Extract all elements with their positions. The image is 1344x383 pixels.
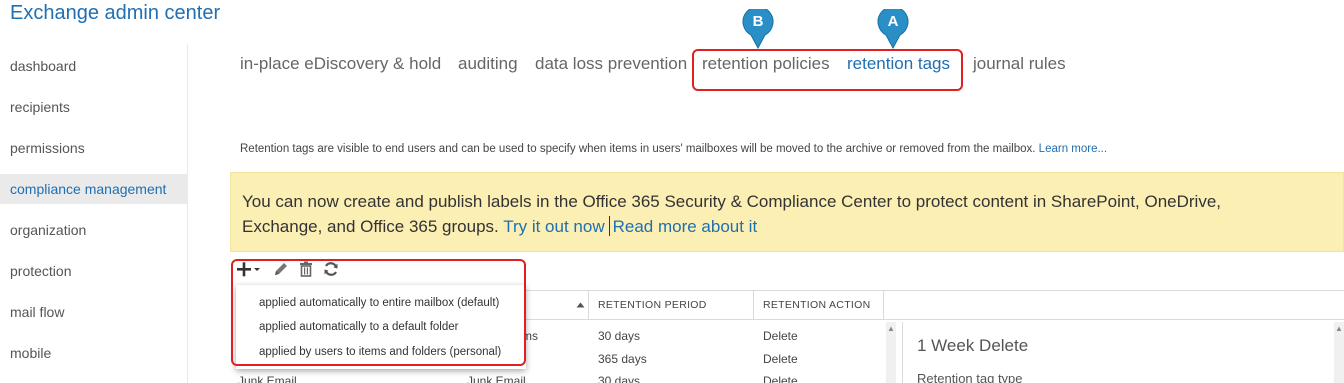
learn-more-link[interactable]: Learn more... [1039,143,1107,155]
details-scrollbar[interactable]: ▲ [1334,322,1344,383]
marker-b-label: B [752,13,764,30]
sidebar-nav: dashboard recipients permissions complia… [0,44,188,383]
try-it-out-link[interactable]: Try it out now [503,217,604,236]
scroll-up-arrow-icon[interactable]: ▲ [1334,324,1344,334]
sidebar-item-permissions[interactable]: permissions [0,133,188,163]
marker-b: B [742,6,774,50]
row3-type: Junk Email [467,374,526,383]
scroll-up-arrow-icon[interactable]: ▲ [886,324,896,334]
column-divider [588,291,589,319]
row3-retention-period: 30 days [598,374,641,383]
menu-callout-box [231,259,526,366]
sidebar-item-protection[interactable]: protection [0,256,188,286]
row2-retention-period: 365 days [598,352,647,366]
details-title: 1 Week Delete [917,336,1029,355]
column-header-retention-period[interactable]: RETENTION PERIOD [598,291,707,319]
row1-retention-period: 30 days [598,329,641,343]
sidebar-item-recipients[interactable]: recipients [0,92,188,122]
details-field-label: Retention tag type [917,371,1023,383]
row3-retention-action: Delete [763,374,798,383]
list-scrollbar[interactable]: ▲ [886,322,896,383]
retention-tags-description: Retention tags are visible to end users … [240,143,1107,155]
column-divider [883,291,884,319]
tab-journal-rules[interactable]: journal rules [973,54,1066,74]
read-more-link[interactable]: Read more about it [613,217,758,236]
sidebar-item-mobile[interactable]: mobile [0,338,188,368]
app-title: Exchange admin center [10,2,221,24]
row1-retention-action: Delete [763,329,798,343]
sidebar-item-compliance-management[interactable]: compliance management [0,174,188,204]
marker-a-label: A [887,13,899,30]
row2-retention-action: Delete [763,352,798,366]
marker-a: A [877,6,909,50]
tab-in-place-ediscovery-hold[interactable]: in-place eDiscovery & hold [240,54,441,74]
labels-info-banner: You can now create and publish labels in… [230,172,1344,252]
sidebar-item-mail-flow[interactable]: mail flow [0,297,188,327]
link-separator [608,216,610,236]
row3-name[interactable]: Junk Email [238,374,297,383]
column-divider [753,291,754,319]
tabs-callout-box [692,49,963,91]
column-header-retention-action[interactable]: RETENTION ACTION [763,291,870,319]
tab-auditing[interactable]: auditing [458,54,518,74]
details-pane: 1 Week Delete Retention tag type [902,322,1344,383]
sidebar-item-organization[interactable]: organization [0,215,188,245]
banner-text-line1: You can now create and publish labels in… [242,192,1222,211]
sort-ascending-icon[interactable] [576,302,585,308]
sidebar-item-dashboard[interactable]: dashboard [0,51,188,81]
banner-text-line2: Exchange, and Office 365 groups. [242,217,499,236]
tab-data-loss-prevention[interactable]: data loss prevention [535,54,687,74]
description-text: Retention tags are visible to end users … [240,143,1036,155]
